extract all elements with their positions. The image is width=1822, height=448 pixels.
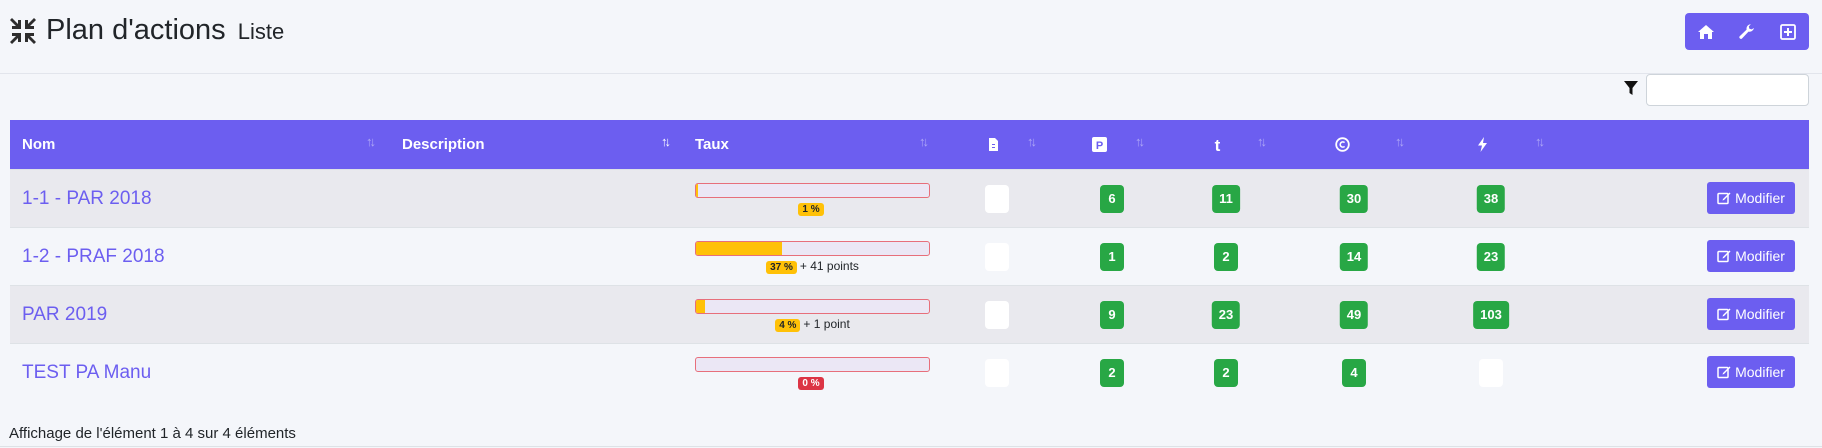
- count-badge-c: 30: [1339, 185, 1369, 213]
- progress-label: 37 % + 41 points: [695, 259, 930, 274]
- add-button[interactable]: [1768, 13, 1809, 50]
- svg-text:P: P: [1096, 140, 1103, 152]
- wrench-icon: [1739, 23, 1754, 39]
- bolt-icon[interactable]: [1475, 137, 1490, 152]
- document-cell: [985, 301, 1009, 329]
- percent-badge: 0 %: [798, 377, 824, 390]
- sort-asc-icon[interactable]: ↑↓: [661, 134, 671, 149]
- document-cell: [985, 185, 1009, 213]
- count-badge-t: 23: [1211, 301, 1241, 329]
- points-text: + 41 points: [799, 259, 859, 273]
- modifier-button[interactable]: Modifier: [1707, 182, 1795, 214]
- progress-fill: [696, 300, 706, 313]
- plan-name-link[interactable]: 1-2 - PRAF 2018: [22, 228, 165, 286]
- table-body: 1-1 - PAR 2018 1 % 6 11 30 38 Modifier 1-2 - PR…: [10, 169, 1809, 401]
- count-badge-t: 11: [1212, 185, 1240, 213]
- progress-label: 4 % + 1 point: [695, 317, 930, 332]
- count-badge-p: 2: [1100, 359, 1124, 387]
- plan-name-link[interactable]: TEST PA Manu: [22, 344, 151, 402]
- sort-icon[interactable]: ↑↓: [919, 134, 929, 149]
- compress-icon: [10, 18, 36, 44]
- count-badge-c: 14: [1339, 243, 1369, 271]
- percent-badge: 4 %: [775, 319, 801, 332]
- progress-bar: [695, 299, 930, 314]
- count-badge-bolt: 23: [1476, 243, 1506, 271]
- sort-icon[interactable]: ↑↓: [1257, 134, 1267, 149]
- modifier-button[interactable]: Modifier: [1707, 240, 1795, 272]
- sort-icon[interactable]: ↑↓: [1395, 134, 1405, 149]
- count-badge-bolt: [1479, 359, 1503, 387]
- count-badge-t: 2: [1214, 243, 1238, 271]
- sort-icon[interactable]: ↑↓: [1135, 134, 1145, 149]
- modifier-button[interactable]: Modifier: [1707, 298, 1795, 330]
- count-badge-bolt: 103: [1473, 301, 1509, 329]
- document-cell: [985, 359, 1009, 387]
- col-header-taux[interactable]: Taux: [695, 120, 729, 169]
- count-badge-p: 9: [1100, 301, 1124, 329]
- points-text: + 1 point: [803, 317, 850, 331]
- parking-icon[interactable]: P: [1092, 137, 1107, 152]
- modifier-label: Modifier: [1735, 190, 1785, 206]
- document-cell: [985, 243, 1009, 271]
- edit-icon: [1717, 366, 1731, 379]
- edit-icon: [1717, 308, 1731, 321]
- count-badge-p: 1: [1100, 243, 1124, 271]
- edit-icon: [1717, 192, 1731, 205]
- plan-name-link[interactable]: PAR 2019: [22, 286, 107, 344]
- percent-badge: 37 %: [766, 261, 797, 274]
- home-icon: [1697, 24, 1714, 39]
- col-header-nom-label: Nom: [22, 136, 56, 153]
- table-row: 1-1 - PAR 2018 1 % 6 11 30 38 Modifier: [10, 169, 1809, 227]
- progress-bar: [695, 183, 930, 198]
- table-header: Nom ↑↓ Description ↑↓ Taux ↑↓ ↑↓ P ↑↓ t …: [10, 120, 1809, 169]
- edit-icon: [1717, 250, 1731, 263]
- document-icon[interactable]: [986, 137, 1001, 152]
- page-title: Plan d'actions Liste: [46, 14, 284, 47]
- plan-name-link[interactable]: 1-1 - PAR 2018: [22, 170, 152, 228]
- modifier-button[interactable]: Modifier: [1707, 356, 1795, 388]
- count-badge-c: 4: [1342, 359, 1366, 387]
- filter-input[interactable]: [1646, 74, 1809, 106]
- header-button-group: [1685, 13, 1809, 50]
- sort-icon[interactable]: ↑↓: [366, 134, 376, 149]
- sort-icon[interactable]: ↑↓: [1027, 134, 1037, 149]
- count-badge-t: 2: [1214, 359, 1238, 387]
- modifier-label: Modifier: [1735, 306, 1785, 322]
- progress-label: 1 %: [695, 201, 930, 216]
- actions-table: Nom ↑↓ Description ↑↓ Taux ↑↓ ↑↓ P ↑↓ t …: [10, 120, 1809, 401]
- filter-icon: [1624, 81, 1638, 95]
- progress-bar: [695, 357, 930, 372]
- home-button[interactable]: [1685, 13, 1726, 50]
- col-header-nom[interactable]: Nom: [22, 120, 55, 169]
- modifier-label: Modifier: [1735, 364, 1785, 380]
- page-title-text: Plan d'actions: [46, 14, 226, 46]
- svg-text:t: t: [1215, 137, 1221, 152]
- page-subtitle: Liste: [237, 19, 285, 44]
- divider: [0, 446, 1822, 447]
- table-info: Affichage de l'élément 1 à 4 sur 4 éléme…: [9, 425, 296, 442]
- progress-label: 0 %: [695, 375, 930, 390]
- tumblr-icon[interactable]: t: [1210, 137, 1225, 152]
- col-header-description-label: Description: [402, 136, 485, 153]
- count-badge-c: 49: [1339, 301, 1369, 329]
- percent-badge: 1 %: [798, 203, 824, 216]
- table-row: TEST PA Manu 0 % 2 2 4 Modifier: [10, 343, 1809, 401]
- progress-fill: [696, 242, 783, 255]
- settings-button[interactable]: [1726, 13, 1767, 50]
- modifier-label: Modifier: [1735, 248, 1785, 264]
- progress-fill: [696, 184, 699, 197]
- sort-icon[interactable]: ↑↓: [1535, 134, 1545, 149]
- col-header-taux-label: Taux: [695, 136, 729, 153]
- page-header: Plan d'actions Liste: [0, 0, 1822, 74]
- table-row: 1-2 - PRAF 2018 37 % + 41 points 1 2 14 23 Modi…: [10, 227, 1809, 285]
- count-badge-bolt: 38: [1476, 185, 1506, 213]
- col-header-description[interactable]: Description: [402, 120, 485, 169]
- progress-bar: [695, 241, 930, 256]
- copyright-icon[interactable]: [1335, 137, 1350, 152]
- count-badge-p: 6: [1100, 185, 1124, 213]
- table-row: PAR 2019 4 % + 1 point 9 23 49 103 Modifier: [10, 285, 1809, 343]
- plus-square-icon: [1780, 23, 1797, 40]
